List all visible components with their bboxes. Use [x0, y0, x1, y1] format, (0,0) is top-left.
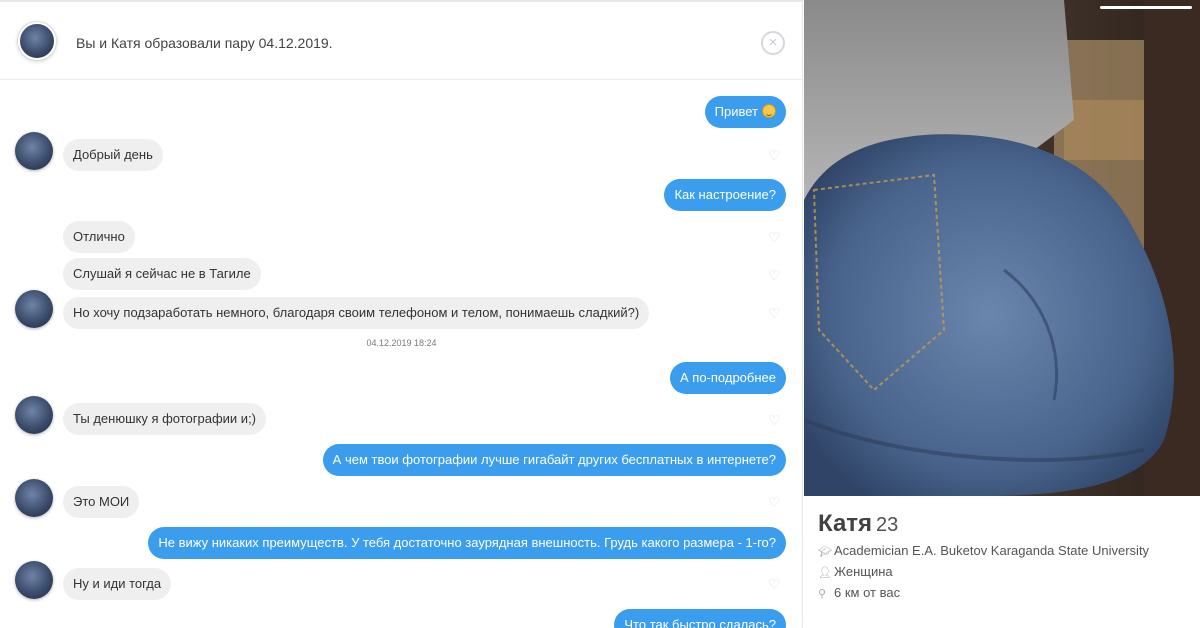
incoming-message[interactable]: Отлично [63, 221, 135, 253]
message-text: Привет [714, 104, 758, 119]
outgoing-message[interactable]: Что так быстро сдалась? [614, 609, 786, 628]
like-heart-icon[interactable]: ♡ [768, 577, 782, 591]
like-heart-icon[interactable]: ♡ [768, 148, 782, 162]
like-heart-icon[interactable]: ♡ [768, 268, 782, 282]
chat-panel: Вы и Катя образовали пару 04.12.2019. × … [0, 0, 803, 628]
profile-heading: Катя 23 [818, 510, 898, 538]
profile-gender-row: 👤︎ Женщина [818, 564, 893, 579]
like-heart-icon[interactable]: ♡ [768, 495, 782, 509]
incoming-message[interactable]: Добрый день [63, 139, 163, 171]
profile-school: Academician E.A. Buketov Karaganda State… [834, 543, 1150, 558]
match-avatar[interactable] [18, 22, 56, 60]
person-icon: 👤︎ [818, 567, 832, 579]
location-pin-icon: ⚲ [818, 588, 827, 600]
profile-distance: 6 км от вас [834, 585, 901, 600]
profile-school-row: 🎓︎ Academician E.A. Buketov Karaganda Sta… [818, 543, 1149, 558]
like-heart-icon[interactable]: ♡ [768, 413, 782, 427]
smiley-emoji-icon [762, 104, 776, 118]
profile-photo-image [804, 0, 1200, 496]
profile-gender: Женщина [834, 564, 893, 579]
incoming-message[interactable]: Ты денюшку я фотографии и;) [63, 403, 267, 435]
outgoing-message[interactable]: Как настроение? [664, 179, 786, 211]
outgoing-message[interactable]: Не вижу никаких преимуществ. У тебя дост… [148, 527, 786, 559]
sender-avatar[interactable] [15, 290, 53, 328]
profile-age: 23 [876, 514, 899, 536]
like-heart-icon[interactable]: ♡ [768, 230, 782, 244]
sender-avatar[interactable] [15, 561, 53, 599]
chat-header: Вы и Катя образовали пару 04.12.2019. × [0, 0, 802, 80]
incoming-message[interactable]: Слушай я сейчас не в Тагиле [63, 258, 261, 290]
profile-photo[interactable] [804, 0, 1200, 496]
match-announcement: Вы и Катя образовали пару 04.12.2019. [76, 35, 333, 51]
sender-avatar[interactable] [15, 396, 53, 434]
close-icon[interactable]: × [761, 31, 785, 55]
outgoing-message[interactable]: А чем твои фотографии лучше гигабайт дру… [322, 444, 786, 476]
profile-distance-row: ⚲ 6 км от вас [818, 585, 900, 600]
outgoing-message[interactable]: Привет [704, 96, 786, 128]
incoming-message[interactable]: Ну и иди тогда [63, 568, 172, 600]
profile-name: Катя [818, 510, 873, 537]
profile-panel: Катя 23 🎓︎ Academician E.A. Buketov Karaga… [804, 0, 1200, 628]
photo-progress-bar [1100, 6, 1192, 9]
incoming-message[interactable]: Но хочу подзаработать немного, благодаря… [63, 297, 650, 329]
graduation-cap-icon: 🎓︎ [818, 546, 832, 558]
like-heart-icon[interactable]: ♡ [768, 306, 782, 320]
message-timestamp: 04.12.2019 18:24 [366, 338, 437, 348]
sender-avatar[interactable] [15, 132, 53, 170]
incoming-message[interactable]: Это МОИ [63, 486, 140, 518]
outgoing-message[interactable]: А по-подробнее [670, 362, 786, 394]
sender-avatar[interactable] [15, 479, 53, 517]
